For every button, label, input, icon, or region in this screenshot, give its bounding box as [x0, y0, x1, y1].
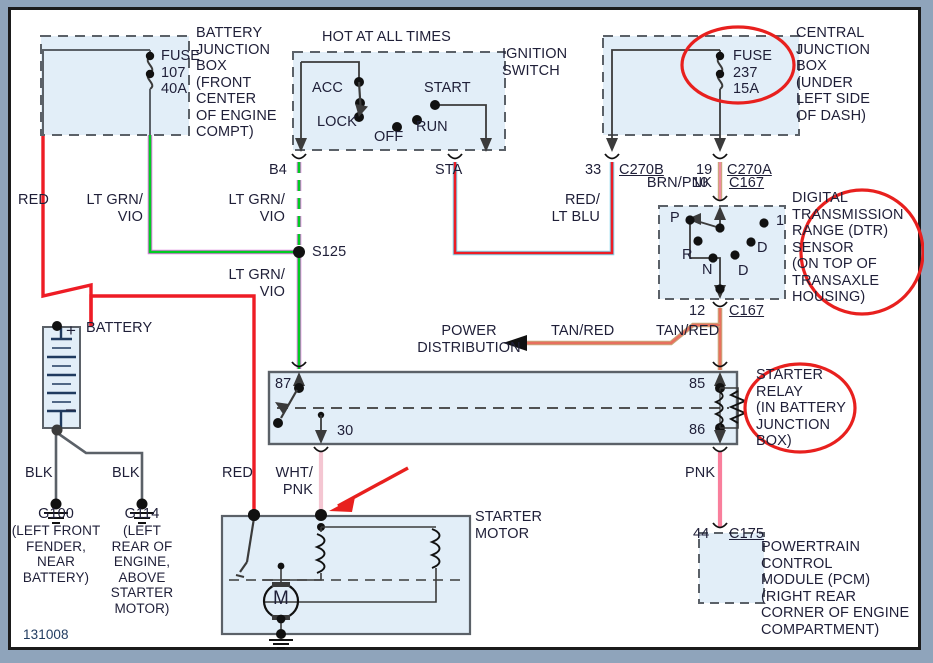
battery-plus-sign: +	[66, 321, 77, 340]
pin-symbol-relay30	[313, 446, 329, 453]
battery-junction-box-caption: BATTERY JUNCTION BOX (FRONT CENTER OF EN…	[196, 25, 277, 140]
diagram-frame: FUSE 107 40A BATTERY JUNCTION BOX (FRONT…	[8, 7, 924, 650]
pin-label-b4: B4	[269, 162, 287, 178]
relay-pin-86: 86	[689, 422, 706, 438]
pin-symbol-sta	[447, 153, 463, 160]
pcm-caption: POWERTRAIN CONTROL MODULE (PCM) (RIGHT R…	[761, 539, 910, 638]
wire-label-blk-1: BLK	[25, 465, 53, 481]
power-distribution-label: POWER DISTRIBUTION	[417, 323, 521, 356]
starter-motor-box	[220, 509, 472, 649]
wire-label-red-mid: RED	[222, 465, 253, 481]
dtr-gear-p: P	[670, 210, 680, 226]
dtr-gear-n: N	[702, 262, 713, 278]
ground-name-g114: G114	[124, 506, 160, 522]
wire-red-battery	[41, 135, 93, 326]
splice-s125	[293, 246, 305, 258]
ignition-position-start: START	[424, 80, 471, 96]
pin-label-12: 12	[689, 303, 706, 319]
ignition-position-lock: LOCK	[317, 114, 357, 130]
dtr-gear-1: 1	[776, 213, 785, 229]
ground-name-g100: G100	[38, 506, 74, 522]
dtr-gear-d2: D	[738, 263, 749, 279]
hot-at-all-times-label: HOT AT ALL TIMES	[322, 29, 451, 45]
starter-motor-symbol: M	[273, 588, 289, 609]
relay-pin-85: 85	[689, 376, 706, 392]
diagram-root: FUSE 107 40A BATTERY JUNCTION BOX (FRONT…	[0, 0, 933, 663]
relay-pin-87: 87	[275, 376, 292, 392]
pin-symbol-c270b	[604, 153, 620, 160]
wire-label-brnpnk: BRN/PNK	[646, 175, 712, 191]
battery-minus-sign: –	[66, 399, 76, 418]
starter-relay-caption: STARTER RELAY (IN BATTERY JUNCTION BOX)	[756, 367, 846, 449]
pcm-connector-c175: C175	[729, 526, 765, 542]
pcm-box	[698, 532, 765, 604]
ground-caption-g100: (LEFT FRONT FENDER, NEAR BATTERY)	[11, 523, 101, 585]
pin-symbol-c270a	[712, 153, 728, 160]
ground-caption-g114: (LEFT REAR OF ENGINE, ABOVE STARTER MOTO…	[110, 523, 174, 616]
dtr-sensor-caption: DIGITAL TRANSMISSION RANGE (DTR) SENSOR …	[792, 190, 904, 305]
wire-label-ltgrnvio-3: LT GRN/ VIO	[228, 267, 285, 300]
battery-label: BATTERY	[86, 320, 153, 336]
ignition-position-acc: ACC	[312, 80, 343, 96]
dtr-gear-r: R	[682, 247, 693, 263]
wire-label-whtpnk: WHT/ PNK	[275, 465, 313, 498]
connector-label-c167-bottom: C167	[729, 303, 765, 319]
starter-motor-caption: STARTER MOTOR	[475, 509, 543, 542]
pin-symbol-b4	[291, 153, 307, 160]
pin-label-33: 33	[585, 162, 602, 178]
fuse-237-label: FUSE 237 15A	[733, 48, 773, 97]
ignition-switch-caption: IGNITION SWITCH	[502, 46, 568, 79]
pcm-pin-44: 44	[693, 526, 710, 542]
wire-label-ltgrnvio-2: LT GRN/ VIO	[228, 192, 285, 225]
central-junction-box-caption: CENTRAL JUNCTION BOX (UNDER LEFT SIDE OF…	[796, 25, 871, 124]
dtr-gear-d1: D	[757, 240, 768, 256]
wire-label-tanred-right: TAN/RED	[656, 323, 720, 339]
wire-junction-dots	[248, 509, 260, 521]
wire-label-red-left: RED	[18, 192, 49, 208]
relay-pin-30: 30	[337, 423, 354, 439]
splice-label-s125: S125	[312, 244, 347, 260]
wire-label-ltgrnvio-1: LT GRN/ VIO	[86, 192, 143, 225]
connector-label-c167-top: C167	[729, 175, 765, 191]
annotation-pointer-arrow	[329, 466, 409, 512]
pin-symbol-c167-bottom	[712, 301, 728, 308]
ignition-position-off: OFF	[374, 129, 404, 145]
wire-label-tanred-left: TAN/RED	[551, 323, 615, 339]
wire-label-redltblu: RED/ LT BLU	[551, 192, 600, 225]
diagram-id-code: 131008	[23, 627, 69, 642]
wire-label-blk-2: BLK	[112, 465, 140, 481]
wire-label-pnk: PNK	[685, 465, 716, 481]
fuse-107-label: FUSE 107 40A	[161, 48, 201, 97]
pin-symbol-relay86	[712, 446, 728, 453]
ignition-position-run: RUN	[416, 119, 448, 135]
pin-label-sta: STA	[435, 162, 463, 178]
